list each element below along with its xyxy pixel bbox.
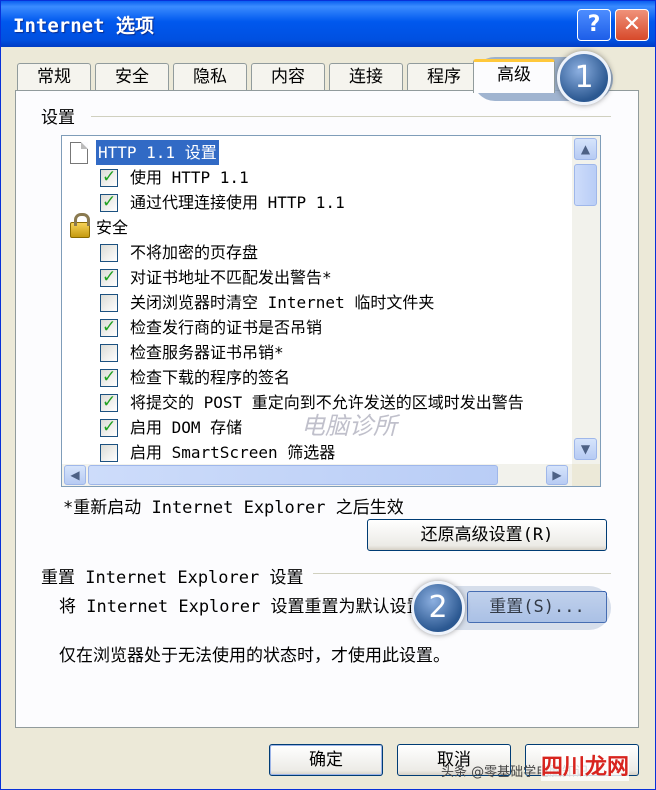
list-item[interactable]: 通过代理连接使用 HTTP 1.1: [62, 190, 572, 215]
server-revocation-checkbox[interactable]: [100, 344, 118, 362]
reset-note: 仅在浏览器处于无法使用的状态时，才使用此设置。: [59, 646, 450, 666]
list-item[interactable]: 关闭浏览器时清空 Internet 临时文件夹: [62, 290, 572, 315]
http-settings-heading: HTTP 1.1 设置: [96, 140, 219, 165]
dialog-title: Internet 选项: [13, 15, 154, 37]
lock-icon: [70, 213, 90, 238]
proxy-http11-checkbox[interactable]: [100, 190, 118, 215]
settings-group-divider: [91, 116, 611, 117]
tab-content[interactable]: 内容: [251, 63, 325, 91]
download-signature-label: 检查下载的程序的签名: [130, 368, 291, 387]
page-icon: [70, 142, 88, 164]
reset-group-label: 重置 Internet Explorer 设置: [41, 568, 304, 588]
download-signature-checkbox[interactable]: [100, 365, 118, 390]
cert-mismatch-warning-checkbox[interactable]: [100, 265, 118, 290]
use-http11-label: 使用 HTTP 1.1: [130, 168, 249, 187]
horizontal-scrollbar[interactable]: ◀ ▶: [62, 464, 572, 486]
callout-badge-1: 1: [557, 51, 611, 105]
help-button[interactable]: ?: [577, 9, 611, 41]
dom-storage-checkbox[interactable]: [100, 415, 118, 440]
question-icon: ?: [587, 12, 601, 37]
scroll-right-button[interactable]: ▶: [546, 465, 568, 485]
publisher-revocation-checkbox[interactable]: [100, 315, 118, 340]
callout-badge-2: 2: [411, 581, 465, 635]
tab-strip: 常规 安全 隐私 内容 连接 程序 高级: [17, 59, 637, 93]
tab-security[interactable]: 安全: [95, 63, 169, 91]
no-save-encrypted-checkbox[interactable]: [100, 244, 118, 262]
proxy-http11-label: 通过代理连接使用 HTTP 1.1: [130, 193, 345, 212]
tab-advanced[interactable]: 高级: [473, 59, 555, 93]
publisher-revocation-label: 检查发行商的证书是否吊销: [130, 318, 323, 337]
list-item[interactable]: 检查服务器证书吊销*: [62, 340, 572, 365]
corner-logo: 四川龙网: [541, 749, 630, 781]
list-item[interactable]: 检查发行商的证书是否吊销: [62, 315, 572, 340]
chevron-down-icon: ▼: [580, 442, 591, 456]
watermark-text: 电脑诊所: [301, 412, 397, 440]
dom-storage-label: 启用 DOM 存储: [130, 418, 243, 437]
empty-temp-on-close-label: 关闭浏览器时清空 Internet 临时文件夹: [130, 293, 435, 312]
empty-temp-on-close-checkbox[interactable]: [100, 294, 118, 312]
restore-advanced-button[interactable]: 还原高级设置(R): [367, 519, 607, 551]
smartscreen-checkbox[interactable]: [100, 444, 118, 462]
internet-options-dialog: Internet 选项 ? ✕ 常规 安全 隐私 内容 连接 程序 高级 设置 …: [0, 0, 656, 790]
cert-mismatch-warning-label: 对证书地址不匹配发出警告*: [130, 268, 332, 287]
vertical-scroll-thumb[interactable]: [574, 164, 597, 206]
list-item[interactable]: 不将加密的页存盘: [62, 240, 572, 265]
use-http11-checkbox[interactable]: [100, 165, 118, 190]
restart-note: *重新启动 Internet Explorer 之后生效: [63, 498, 404, 518]
scrollbar-corner: [572, 464, 600, 486]
tab-privacy[interactable]: 隐私: [173, 63, 247, 91]
list-item[interactable]: 启用 SmartScreen 筛选器: [62, 440, 572, 464]
security-heading: 安全: [96, 218, 129, 237]
list-item: HTTP 1.1 设置: [62, 140, 572, 165]
reset-description: 将 Internet Explorer 设置重置为默认设置。: [59, 597, 441, 617]
ok-button[interactable]: 确定: [269, 744, 383, 776]
tab-connections[interactable]: 连接: [329, 63, 403, 91]
horizontal-scroll-thumb[interactable]: [88, 465, 498, 485]
scroll-up-button[interactable]: ▲: [574, 138, 597, 160]
close-button[interactable]: ✕: [615, 9, 649, 41]
close-icon: ✕: [622, 12, 642, 37]
chevron-right-icon: ▶: [552, 468, 562, 482]
tab-general[interactable]: 常规: [17, 63, 91, 91]
scroll-down-button[interactable]: ▼: [574, 438, 597, 460]
list-item[interactable]: 使用 HTTP 1.1: [62, 165, 572, 190]
list-item: 安全: [62, 213, 572, 240]
smartscreen-label: 启用 SmartScreen 筛选器: [130, 443, 336, 462]
no-save-encrypted-label: 不将加密的页存盘: [130, 243, 259, 262]
tab-programs[interactable]: 程序: [407, 63, 481, 91]
chevron-up-icon: ▲: [580, 142, 591, 156]
scroll-left-button[interactable]: ◀: [64, 465, 86, 485]
vertical-scrollbar[interactable]: ▲ ▼: [572, 136, 600, 464]
settings-group-label: 设置: [41, 108, 75, 128]
list-item[interactable]: 对证书地址不匹配发出警告*: [62, 265, 572, 290]
post-redirect-warning-checkbox[interactable]: [100, 390, 118, 415]
title-bar[interactable]: Internet 选项 ? ✕: [1, 1, 655, 47]
chevron-left-icon: ◀: [70, 468, 80, 482]
reset-group-divider: [313, 573, 611, 574]
list-item[interactable]: 检查下载的程序的签名: [62, 365, 572, 390]
server-revocation-label: 检查服务器证书吊销*: [130, 343, 284, 362]
